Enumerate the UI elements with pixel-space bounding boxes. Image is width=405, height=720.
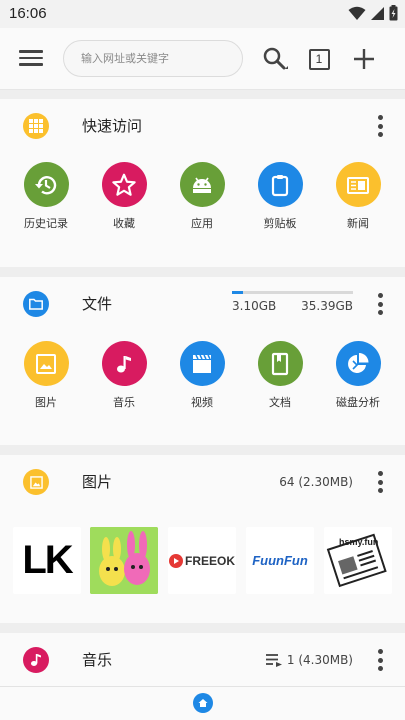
image-icon (23, 469, 49, 495)
image-thumbnail[interactable]: FuunFun (246, 527, 314, 594)
status-bar: 16:06 (0, 0, 405, 28)
files-images[interactable]: 图片 (11, 341, 81, 410)
pictures-card: 图片 64 (2.30MB) LK FREEOK FuunFun hsmy.fu… (0, 455, 405, 623)
quick-access-title: 快速访问 (82, 117, 143, 135)
newspaper-image: hsmy.fun (326, 533, 387, 587)
storage-bar-fill (232, 291, 243, 294)
status-time: 16:06 (9, 5, 47, 22)
quick-access-apps[interactable]: 应用 (167, 162, 237, 231)
apps-grid-icon (23, 113, 49, 139)
storage-indicator: 3.10GB 35.39GB (232, 291, 353, 313)
quick-access-header: 快速访问 (0, 99, 405, 153)
quick-access-label: 应用 (191, 217, 213, 230)
image-thumbnail[interactable]: FREEOK (168, 527, 236, 594)
more-vert-icon[interactable] (373, 291, 387, 317)
quick-access-history[interactable]: 历史记录 (11, 162, 81, 231)
quick-access-clipboard[interactable]: 剪贴板 (245, 162, 315, 231)
image-thumbnail[interactable]: LK (13, 527, 81, 594)
image-thumbnail[interactable]: hsmy.fun (324, 527, 392, 594)
search-icon[interactable] (261, 45, 289, 73)
files-label: 视频 (191, 396, 213, 409)
files-label: 图片 (35, 396, 57, 409)
files-title: 文件 (82, 295, 113, 313)
cartoon-rabbits-image (90, 527, 158, 594)
files-documents[interactable]: 文档 (245, 341, 315, 410)
document-icon (257, 341, 303, 386)
wifi-icon (348, 6, 366, 20)
music-note-icon (101, 341, 147, 386)
pictures-title: 图片 (82, 473, 113, 491)
browser-toolbar: 1 (0, 28, 405, 90)
files-video[interactable]: 视频 (167, 341, 237, 410)
add-tab-icon[interactable] (350, 45, 378, 73)
storage-bar (232, 291, 353, 294)
status-icons (348, 5, 398, 21)
more-vert-icon[interactable] (373, 647, 387, 673)
music-info: 1 (4.30MB) (265, 653, 353, 667)
quick-access-label: 收藏 (113, 217, 135, 230)
files-disk-analysis[interactable]: 磁盘分析 (323, 341, 393, 410)
clipboard-icon (257, 162, 303, 207)
music-header: 音乐 1 (4.30MB) (0, 633, 405, 687)
files-card: 文件 3.10GB 35.39GB 图片 音乐 视频 文档 磁盘分析 (0, 277, 405, 445)
tab-count: 1 (308, 48, 330, 70)
files-grid: 图片 音乐 视频 文档 磁盘分析 (0, 341, 405, 416)
thumbnail-text: FuunFun (252, 553, 308, 568)
quick-access-label: 历史记录 (24, 217, 68, 230)
home-icon[interactable] (193, 693, 213, 713)
folder-icon (23, 291, 49, 317)
files-header: 文件 3.10GB 35.39GB (0, 277, 405, 331)
music-title: 音乐 (82, 651, 113, 669)
thumbnail-text: hsmy.fun (339, 537, 378, 547)
thumbnail-text: FREEOK (184, 553, 235, 568)
more-vert-icon[interactable] (373, 469, 387, 495)
image-icon (23, 341, 69, 386)
quick-access-favorites[interactable]: 收藏 (89, 162, 159, 231)
storage-used: 3.10GB (232, 299, 277, 313)
files-label: 音乐 (113, 396, 135, 409)
music-count: 1 (4.30MB) (286, 653, 353, 667)
play-logo-icon (168, 553, 183, 568)
image-thumbnail[interactable] (90, 527, 158, 594)
pie-chart-icon (335, 341, 381, 386)
battery-icon (389, 5, 398, 21)
pictures-header: 图片 64 (2.30MB) (0, 455, 405, 509)
url-input[interactable] (81, 41, 231, 76)
quick-access-news[interactable]: 新闻 (323, 162, 393, 231)
music-card: 音乐 1 (4.30MB) (0, 633, 405, 686)
quick-access-label: 新闻 (347, 217, 369, 230)
playlist-icon (265, 654, 282, 667)
android-icon (179, 162, 225, 207)
files-label: 文档 (269, 396, 291, 409)
files-music[interactable]: 音乐 (89, 341, 159, 410)
files-label: 磁盘分析 (336, 396, 380, 409)
video-icon (179, 341, 225, 386)
search-box[interactable] (63, 40, 243, 77)
bottom-bar (0, 686, 405, 720)
pictures-count: 64 (2.30MB) (279, 475, 353, 489)
tabs-button[interactable]: 1 (305, 45, 333, 73)
quick-access-grid: 历史记录 收藏 应用 剪贴板 新闻 (0, 162, 405, 237)
history-icon (23, 162, 69, 207)
more-vert-icon[interactable] (373, 113, 387, 139)
signal-icon (371, 6, 384, 20)
quick-access-card: 快速访问 历史记录 收藏 应用 剪贴板 新闻 (0, 99, 405, 267)
music-note-icon (23, 647, 49, 673)
menu-icon[interactable] (16, 46, 46, 72)
star-icon (101, 162, 147, 207)
news-icon (335, 162, 381, 207)
quick-access-label: 剪贴板 (263, 217, 297, 230)
thumbnail-text: LK (22, 538, 73, 582)
storage-total: 35.39GB (301, 299, 353, 313)
